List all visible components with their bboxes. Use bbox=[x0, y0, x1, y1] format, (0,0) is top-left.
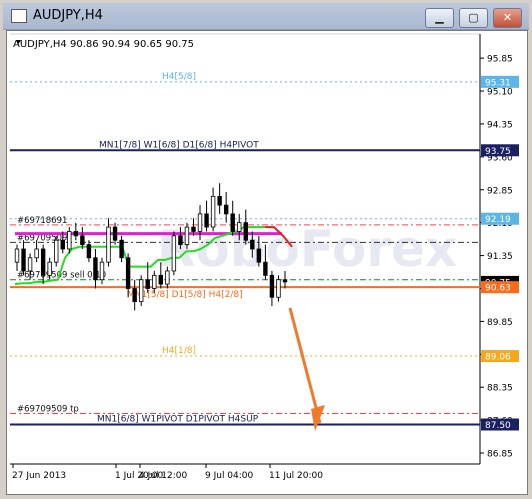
candle-body bbox=[73, 231, 79, 237]
candle-body bbox=[223, 204, 229, 215]
candle-body bbox=[145, 279, 150, 289]
chart-window-icon bbox=[11, 9, 27, 23]
x-tick-label: 27 Jun 2013 bbox=[12, 471, 66, 481]
x-tick-label: 4 Jul 12:00 bbox=[139, 471, 188, 481]
candle-body bbox=[269, 274, 275, 298]
price-tag-label: 92.19 bbox=[485, 215, 511, 225]
candle-body bbox=[27, 257, 33, 272]
candle-body bbox=[282, 279, 288, 283]
x-tick-label: 11 Jul 20:00 bbox=[269, 471, 323, 481]
candle-body bbox=[171, 235, 177, 272]
price-tag-label: 90.63 bbox=[485, 284, 511, 294]
level-label: H4[5/8] bbox=[162, 72, 196, 82]
candle-body bbox=[21, 248, 26, 272]
price-tag-label: 93.75 bbox=[485, 147, 511, 157]
candle-body bbox=[106, 226, 111, 263]
terminal-window: AUDJPY,H4 ▁ ▢ ✕ RoboForex AUDJPY,H4 90.8… bbox=[0, 0, 532, 499]
order-label: #69709509 tp bbox=[17, 405, 79, 415]
candle-body bbox=[54, 239, 59, 263]
x-tick-label: 9 Jul 04:00 bbox=[205, 471, 254, 481]
y-tick-label: 91.35 bbox=[487, 252, 513, 262]
candle-body bbox=[67, 231, 72, 250]
candle-body bbox=[178, 235, 183, 246]
title-bar: AUDJPY,H4 ▁ ▢ ✕ bbox=[3, 3, 529, 30]
candle-body bbox=[250, 239, 255, 250]
candle-body bbox=[93, 257, 98, 281]
candle-body bbox=[263, 261, 268, 276]
candle-body bbox=[217, 195, 222, 206]
candle-body bbox=[14, 248, 20, 263]
level-label: MN1[7/8] W1[6/8] D1[6/8] H4PIVOT bbox=[99, 140, 259, 150]
minimize-button[interactable]: ▁ bbox=[425, 8, 454, 28]
y-tick-label: 95.10 bbox=[487, 88, 513, 98]
forecast-arrow-line bbox=[288, 307, 322, 424]
candle-body bbox=[86, 244, 92, 259]
candle-body bbox=[34, 248, 39, 259]
price-tag-label: 87.50 bbox=[485, 421, 511, 431]
maximize-button[interactable]: ▢ bbox=[459, 8, 488, 28]
candle-body bbox=[152, 274, 157, 289]
candle-body bbox=[184, 226, 190, 246]
candle-body bbox=[256, 248, 262, 263]
candle-body bbox=[60, 239, 65, 250]
candle-body bbox=[210, 195, 216, 228]
price-tag-label: 89.06 bbox=[485, 353, 511, 363]
order-label: #69718691 bbox=[17, 216, 67, 226]
candle-body bbox=[191, 226, 196, 232]
candle-body bbox=[230, 213, 235, 232]
candle-body bbox=[165, 270, 170, 285]
close-button[interactable]: ✕ bbox=[493, 8, 522, 28]
candle-body bbox=[40, 248, 46, 276]
chart-header: AUDJPY,H4 90.86 90.94 90.65 90.75 bbox=[13, 39, 194, 50]
candle-body bbox=[125, 257, 131, 289]
level-label: MN1[6/8] W1PIVOT D1PIVOT H4SUP bbox=[97, 415, 259, 425]
candle-body bbox=[197, 213, 203, 232]
forecast-arrow-head-icon bbox=[311, 405, 325, 431]
candle-body bbox=[243, 222, 248, 241]
y-tick-label: 88.35 bbox=[487, 384, 513, 394]
y-tick-label: 94.35 bbox=[487, 120, 513, 130]
y-tick-label: 92.85 bbox=[487, 186, 513, 196]
level-label: MN1[5/8] D1[5/8] H4[2/8] bbox=[127, 290, 243, 300]
y-tick-label: 89.85 bbox=[487, 318, 513, 328]
candle-body bbox=[47, 261, 52, 276]
candle-body bbox=[138, 279, 144, 303]
candle-body bbox=[158, 274, 164, 285]
price-chart-svg[interactable]: RoboForex AUDJPY,H4 90.86 90.94 90.65 90… bbox=[7, 31, 527, 494]
candle-body bbox=[99, 261, 105, 281]
candle-body bbox=[132, 288, 137, 303]
candle-body bbox=[112, 226, 118, 241]
candle-body bbox=[237, 222, 242, 232]
window-title: AUDJPY,H4 bbox=[33, 8, 103, 23]
candle-body bbox=[276, 279, 281, 298]
level-label: H4[1/8] bbox=[162, 346, 196, 356]
candle-body bbox=[80, 235, 85, 246]
candle-body bbox=[119, 239, 124, 259]
chart-area[interactable]: RoboForex AUDJPY,H4 90.86 90.94 90.65 90… bbox=[6, 30, 528, 495]
y-tick-label: 86.85 bbox=[487, 450, 513, 460]
y-tick-label: 95.85 bbox=[487, 55, 513, 65]
price-tag-label: 95.31 bbox=[485, 78, 511, 88]
candle-body bbox=[204, 213, 209, 228]
